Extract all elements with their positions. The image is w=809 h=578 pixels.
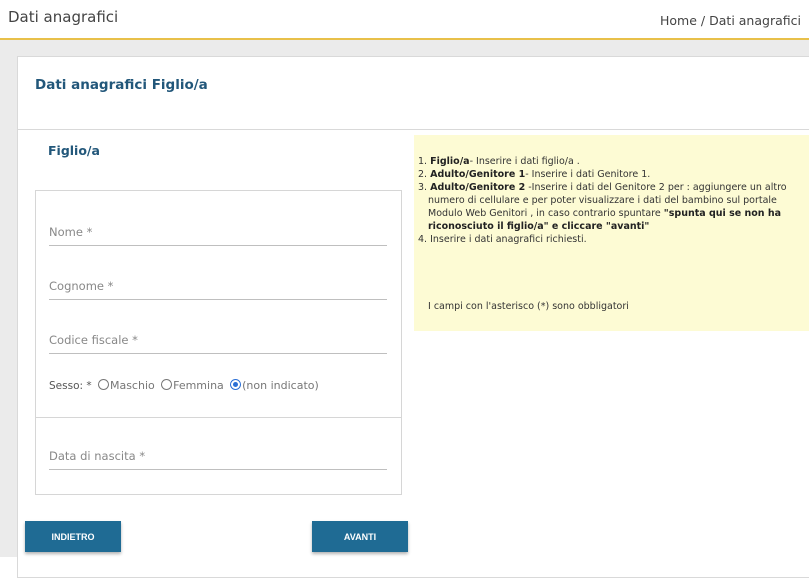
instruction-text: - Inserire i dati Genitore 1.: [525, 169, 651, 180]
form-divider: [36, 417, 401, 418]
instruction-title: Adulto/Genitore 2: [430, 182, 526, 193]
sesso-label: Sesso: *: [49, 380, 92, 392]
instruction-number: 2.: [418, 169, 428, 180]
instruction-number: 1.: [418, 156, 428, 167]
cognome-field[interactable]: Cognome *: [49, 277, 387, 300]
instruction-item: 2. Adulto/Genitore 1- Inserire i dati Ge…: [418, 168, 808, 181]
panel-header: Dati anagrafici Figlio/a: [18, 57, 809, 130]
radio-femmina[interactable]: [161, 379, 173, 390]
instruction-item: 4. Inserire i dati anagrafici richiesti.: [418, 233, 808, 246]
panel-title: Dati anagrafici Figlio/a: [35, 77, 208, 93]
codice-fiscale-field[interactable]: Codice fiscale *: [49, 331, 387, 354]
codice-fiscale-label: Codice fiscale *: [49, 333, 138, 347]
breadcrumb-home-link[interactable]: Home: [660, 13, 697, 28]
breadcrumb-separator: /: [700, 13, 706, 28]
radio-non-indicato-label[interactable]: (non indicato): [242, 379, 319, 392]
breadcrumb: Home / Dati anagrafici: [660, 13, 801, 28]
nome-label: Nome *: [49, 225, 93, 239]
sesso-radio-group: Sesso: * Maschio Femmina (non indicato): [49, 379, 319, 392]
radio-maschio[interactable]: [97, 379, 109, 390]
cognome-label: Cognome *: [49, 279, 114, 293]
instruction-title: Figlio/a: [430, 156, 470, 167]
page-title: Dati anagrafici: [8, 8, 119, 26]
instruction-item: 3. Adulto/Genitore 2 -Inserire i dati de…: [418, 181, 808, 233]
instruction-number: 3.: [418, 182, 428, 193]
data-nascita-label: Data di nascita *: [49, 449, 146, 463]
child-form: Nome * Cognome * Codice fiscale * Sesso:…: [35, 190, 402, 495]
back-button[interactable]: INDIETRO: [25, 521, 121, 552]
data-nascita-field[interactable]: Data di nascita *: [49, 447, 387, 470]
instruction-number: 4.: [418, 234, 428, 245]
next-button[interactable]: AVANTI: [312, 521, 408, 552]
radio-maschio-label[interactable]: Maschio: [110, 379, 155, 392]
instructions-list: 1. Figlio/a- Inserire i dati figlio/a . …: [418, 155, 808, 246]
radio-non-indicato[interactable]: [230, 379, 242, 390]
instruction-item: 1. Figlio/a- Inserire i dati figlio/a .: [418, 155, 808, 168]
instruction-text: - Inserire i dati figlio/a .: [469, 156, 580, 167]
breadcrumb-current: Dati anagrafici: [709, 13, 801, 28]
required-fields-note: I campi con l'asterisco (*) sono obbliga…: [428, 301, 629, 312]
instructions-box: 1. Figlio/a- Inserire i dati figlio/a . …: [414, 135, 809, 331]
instruction-title: Adulto/Genitore 1: [430, 169, 526, 180]
radio-femmina-label[interactable]: Femmina: [173, 379, 224, 392]
section-title: Figlio/a: [48, 143, 100, 158]
instruction-text: Inserire i dati anagrafici richiesti.: [430, 234, 587, 245]
nome-field[interactable]: Nome *: [49, 223, 387, 246]
top-bar: Dati anagrafici Home / Dati anagrafici: [0, 0, 809, 40]
form-panel: Dati anagrafici Figlio/a Figlio/a Nome *…: [17, 56, 809, 578]
